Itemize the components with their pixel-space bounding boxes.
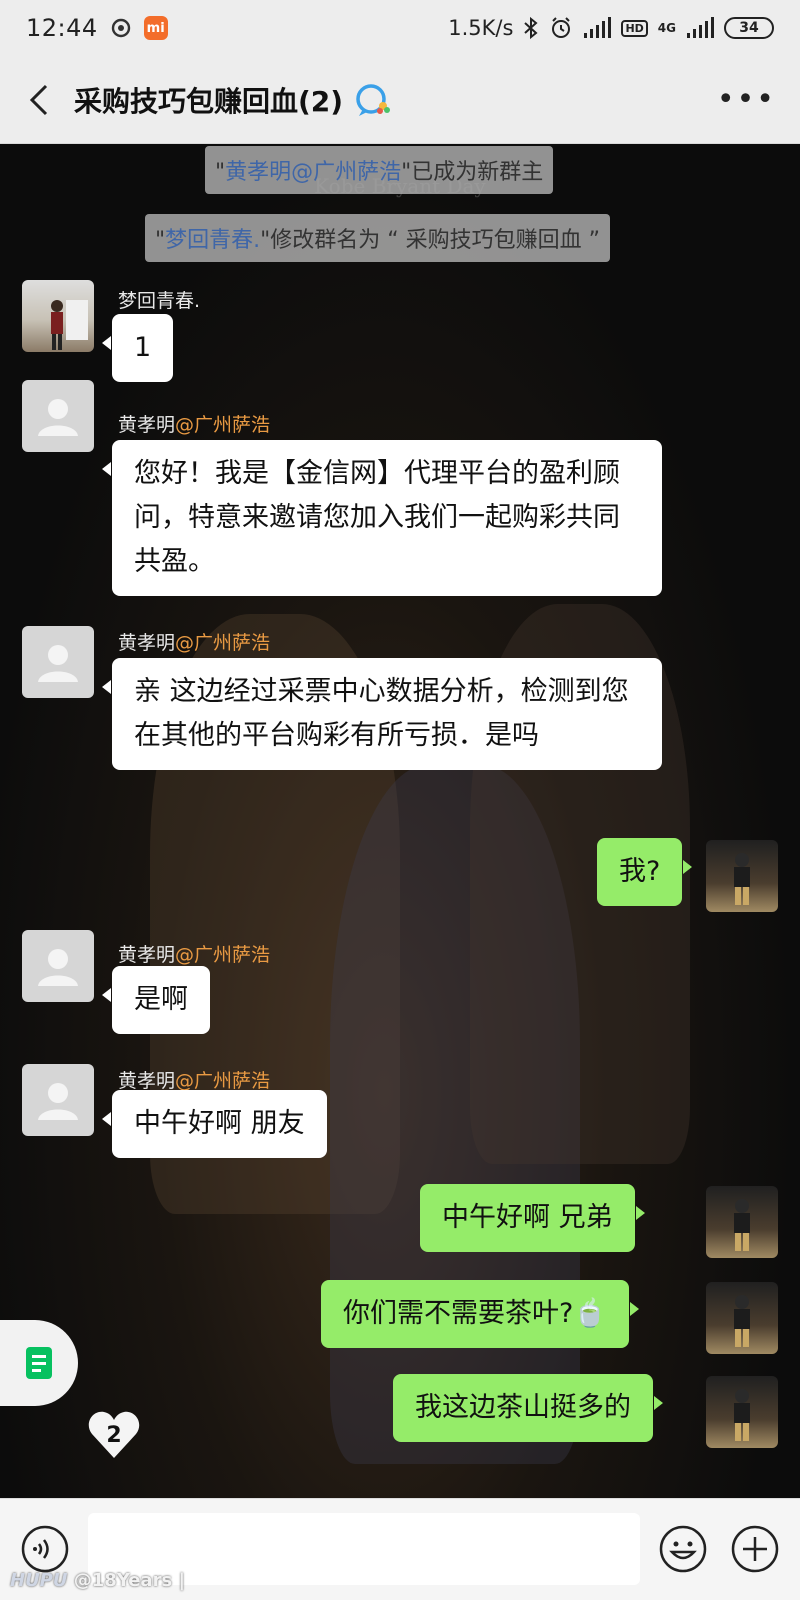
message-bubble[interactable]: 中午好啊 朋友 — [102, 1090, 327, 1158]
default-avatar-icon — [38, 949, 78, 986]
voice-input-button[interactable] — [20, 1524, 70, 1574]
floating-document-button[interactable] — [0, 1320, 78, 1406]
default-avatar-icon — [38, 1083, 78, 1120]
chat-area[interactable]: Kobe Bryant Day "黄孝明@广州萨浩"已成为新群主 "梦回青春."… — [0, 144, 800, 1498]
avatar[interactable] — [22, 930, 94, 1002]
status-bar: 12:44 mi 1.5K/s HD 4G 34 — [0, 0, 800, 56]
avatar[interactable] — [22, 380, 94, 452]
default-avatar-icon — [38, 399, 78, 436]
self-avatar[interactable] — [706, 1186, 778, 1258]
system-message: "黄孝明@广州萨浩"已成为新群主 — [205, 146, 554, 194]
default-avatar-icon — [38, 645, 78, 682]
chevron-left-icon — [29, 84, 48, 115]
message-text: 你们需不需要茶叶? — [343, 1298, 574, 1329]
self-avatar[interactable] — [706, 1376, 778, 1448]
hupu-watermark: HUPU @18Years | — [10, 1570, 186, 1591]
signal-icon — [584, 17, 612, 38]
chat-title: 采购技巧包赚回血(2) — [74, 84, 344, 118]
more-options-button[interactable]: ••• — [717, 82, 776, 117]
sender-name: 黄孝明@广州萨浩 — [118, 944, 271, 966]
avatar-photo-person — [734, 1295, 750, 1347]
chat-header: 采购技巧包赚回血(2) ••• — [0, 56, 800, 144]
message-bubble[interactable]: 1 — [101, 314, 174, 382]
self-avatar[interactable] — [706, 1282, 778, 1354]
document-icon — [26, 1347, 52, 1379]
message-bubble[interactable]: 我这边茶山挺多的 — [393, 1374, 663, 1442]
avatar-photo-person — [734, 1199, 750, 1251]
alarm-icon — [552, 17, 571, 38]
tea-emoji-icon: 🍵 — [573, 1298, 607, 1329]
battery-indicator: 34 — [724, 17, 774, 39]
network-speed: 1.5K/s — [448, 16, 514, 40]
sender-name: 黄孝明@广州萨浩 — [118, 1070, 271, 1092]
message-bubble[interactable]: 中午好啊 兄弟 — [420, 1184, 645, 1252]
back-button[interactable] — [24, 80, 54, 120]
bluetooth-icon — [524, 16, 538, 40]
avatar-photo-person — [734, 1389, 750, 1441]
message-bubble[interactable]: 我? — [597, 838, 693, 906]
clock: 12:44 — [26, 14, 98, 42]
avatar-photo-person — [51, 300, 88, 350]
message-bubble[interactable]: 你们需不需要茶叶?🍵 — [321, 1280, 639, 1348]
system-message-name[interactable]: 黄孝明@广州萨浩 — [225, 160, 401, 185]
svg-text:2: 2 — [106, 1423, 121, 1448]
avatar[interactable] — [22, 1064, 94, 1136]
avatar[interactable] — [22, 280, 94, 352]
network-type: 4G — [657, 21, 676, 35]
mi-app-icon: mi — [143, 16, 168, 40]
status-left: 12:44 mi — [26, 14, 168, 42]
signal-icon-2 — [687, 17, 714, 38]
message-bubble[interactable]: 您好！我是【金信网】代理平台的盈利顾问，特意来邀请您加入我们一起购彩共同共盈。 — [102, 440, 662, 596]
plus-button[interactable] — [730, 1524, 780, 1574]
self-avatar[interactable] — [706, 840, 778, 912]
avatar[interactable] — [22, 626, 94, 698]
sender-name: 黄孝明@广州萨浩 — [118, 414, 271, 436]
heart-badge-icon: 2 — [88, 1411, 140, 1458]
hd-badge: HD — [621, 19, 648, 37]
message-bubble[interactable]: 亲 这边经过采票中心数据分析，检测到您在其他的平台购彩有所亏损．是吗 — [102, 658, 662, 770]
emoji-button[interactable] — [658, 1524, 708, 1574]
avatar-photo-person — [734, 853, 750, 905]
sender-name: 梦回青春. — [118, 290, 201, 312]
system-message-name[interactable]: 梦回青春. — [165, 228, 260, 253]
message-bubble[interactable]: 是啊 — [102, 966, 210, 1034]
sync-icon — [111, 18, 130, 38]
enterprise-chat-icon — [356, 83, 391, 116]
status-right: 1.5K/s HD 4G 34 — [448, 16, 774, 40]
sender-name: 黄孝明@广州萨浩 — [118, 632, 271, 654]
system-message: "梦回青春."修改群名为 “ 采购技巧包赚回血 ” — [145, 214, 611, 262]
